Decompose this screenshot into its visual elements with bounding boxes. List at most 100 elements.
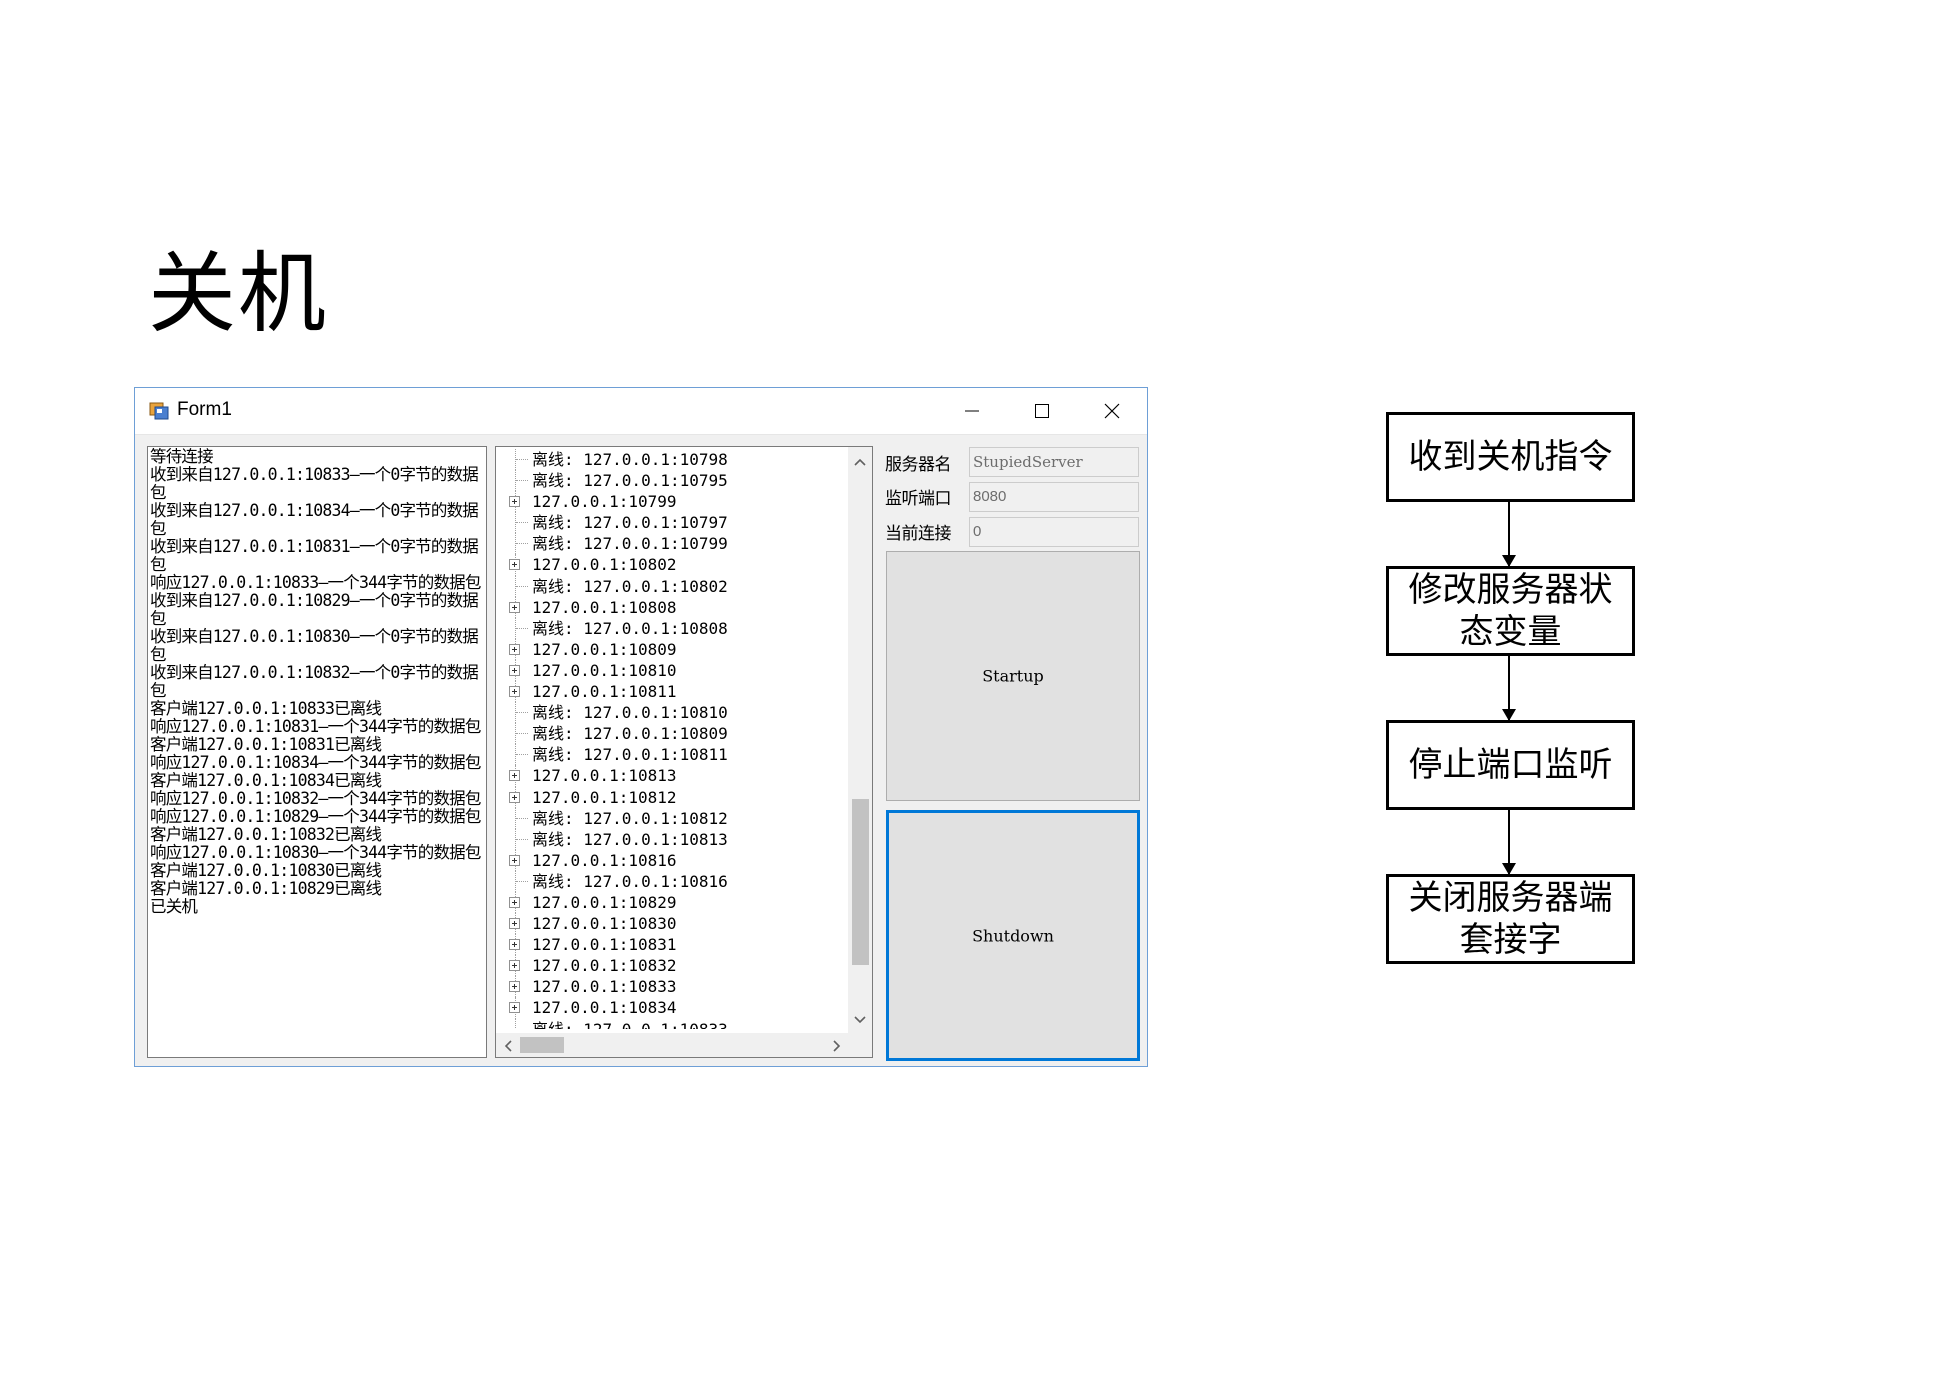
tree-node-label: 离线: 127.0.0.1:10811 [532, 745, 728, 765]
tree-node-label: 127.0.0.1:10834 [532, 998, 677, 1018]
log-line: 响应127.0.0.1:10834—一个344字节的数据包 [150, 753, 481, 772]
startup-button[interactable]: Startup [886, 551, 1140, 801]
expand-plus-icon[interactable] [509, 918, 520, 930]
tree-node[interactable]: 离线: 127.0.0.1:10816 [496, 870, 848, 892]
tree-node-label: 127.0.0.1:10813 [532, 766, 677, 786]
tree-node[interactable]: 127.0.0.1:10810 [496, 659, 848, 682]
tree-node[interactable]: 127.0.0.1:10830 [496, 913, 848, 935]
tree-node[interactable]: 离线: 127.0.0.1:10799 [496, 533, 848, 555]
tree-guide-line [516, 627, 528, 629]
tree-guide-line [516, 459, 528, 460]
tree-node[interactable]: 127.0.0.1:10808 [496, 596, 848, 618]
tree-node[interactable]: 离线: 127.0.0.1:10798 [496, 449, 848, 471]
log-line: 客户端127.0.0.1:10829已离线 [150, 879, 382, 898]
tree-guide-line [516, 585, 528, 587]
expand-plus-icon[interactable] [509, 643, 520, 655]
tree-node[interactable]: 127.0.0.1:10834 [496, 997, 848, 1019]
tree-node-label: 离线: 127.0.0.1:10795 [532, 471, 728, 491]
expand-plus-icon[interactable] [509, 896, 520, 908]
log-line: 客户端127.0.0.1:10831已离线 [150, 735, 382, 754]
vertical-scrollbar[interactable] [848, 447, 872, 1033]
tree-node[interactable]: 离线: 127.0.0.1:10833 [496, 1018, 848, 1029]
tree-node[interactable]: 离线: 127.0.0.1:10809 [496, 723, 848, 745]
tree-node[interactable]: 127.0.0.1:10811 [496, 681, 848, 703]
horizontal-scroll-thumb[interactable] [520, 1037, 564, 1053]
tree-node[interactable]: 离线: 127.0.0.1:10795 [496, 470, 848, 492]
expand-plus-icon[interactable] [509, 601, 520, 613]
tree-node[interactable]: 离线: 127.0.0.1:10813 [496, 828, 848, 850]
tree-node[interactable]: 127.0.0.1:10809 [496, 638, 848, 660]
tree-node[interactable]: 127.0.0.1:10829 [496, 891, 848, 914]
expand-plus-icon[interactable] [509, 496, 520, 508]
tree-node[interactable]: 127.0.0.1:10812 [496, 786, 848, 808]
minimize-button[interactable] [937, 388, 1007, 434]
log-textbox[interactable]: 等待连接 收到来自127.0.0.1:10833—一个0字节的数据包 收到来自1… [147, 446, 487, 1058]
flow-arrow [1502, 502, 1516, 567]
tree-node[interactable]: 离线: 127.0.0.1:10802 [496, 575, 848, 597]
tree-node-label: 离线: 127.0.0.1:10810 [532, 703, 728, 723]
tree-node-label: 127.0.0.1:10799 [532, 492, 677, 512]
tree-guide-line [516, 754, 528, 756]
log-line: 等待连接 [150, 447, 214, 466]
expand-plus-icon[interactable] [509, 1002, 520, 1014]
tree-node-label: 127.0.0.1:10811 [532, 682, 677, 702]
tree-node-label: 离线: 127.0.0.1:10812 [532, 808, 728, 828]
log-line: 客户端127.0.0.1:10830已离线 [150, 861, 382, 880]
tree-node[interactable]: 127.0.0.1:10802 [496, 554, 848, 576]
server-name-field[interactable]: StupiedServer [969, 447, 1139, 477]
vertical-scroll-thumb[interactable] [852, 799, 869, 965]
expand-plus-icon[interactable] [509, 686, 520, 698]
tree-node[interactable]: 离线: 127.0.0.1:10810 [496, 702, 848, 724]
slide-title: 关机 [148, 242, 329, 345]
tree-guide-line [516, 480, 528, 482]
scroll-down-icon [854, 1016, 866, 1024]
tree-node[interactable]: 离线: 127.0.0.1:10797 [496, 512, 848, 534]
expand-plus-icon[interactable] [509, 854, 520, 866]
maximize-button[interactable] [1007, 388, 1077, 434]
tree-node-label: 127.0.0.1:10830 [532, 914, 677, 934]
tree-guide-line [516, 838, 528, 840]
log-line: 客户端127.0.0.1:10834已离线 [150, 771, 382, 790]
log-line: 收到来自127.0.0.1:10834—一个0字节的数据包 [150, 501, 479, 538]
title-bar[interactable]: Form1 [135, 388, 1147, 435]
expand-plus-icon[interactable] [509, 939, 520, 951]
expand-plus-icon[interactable] [509, 791, 520, 803]
tree-node-label: 127.0.0.1:10832 [532, 956, 677, 976]
tree-node[interactable]: 离线: 127.0.0.1:10808 [496, 617, 848, 639]
port-label: 监听端口 [885, 489, 952, 509]
connections-field[interactable]: 0 [969, 517, 1139, 547]
log-line: 收到来自127.0.0.1:10830—一个0字节的数据包 [150, 627, 479, 664]
tree-guide-line [516, 817, 528, 819]
port-field[interactable]: 8080 [969, 482, 1139, 512]
tree-node-label: 离线: 127.0.0.1:10809 [532, 724, 728, 744]
expand-plus-icon[interactable] [509, 960, 520, 972]
tree-node[interactable]: 127.0.0.1:10813 [496, 765, 848, 787]
tree-node[interactable]: 127.0.0.1:10799 [496, 491, 848, 513]
tree-node[interactable]: 离线: 127.0.0.1:10811 [496, 744, 848, 766]
tree-node[interactable]: 127.0.0.1:10831 [496, 934, 848, 956]
expand-plus-icon[interactable] [509, 770, 520, 782]
horizontal-scrollbar[interactable] [496, 1033, 848, 1057]
tree-node[interactable]: 127.0.0.1:10832 [496, 955, 848, 977]
expand-plus-icon[interactable] [509, 559, 520, 571]
log-line: 客户端127.0.0.1:10832已离线 [150, 825, 382, 844]
tree-node-label: 127.0.0.1:10816 [532, 850, 677, 870]
flow-arrow [1502, 656, 1516, 721]
expand-plus-icon[interactable] [509, 981, 520, 993]
shutdown-button[interactable]: Shutdown [886, 810, 1140, 1061]
tree-node[interactable]: 127.0.0.1:10816 [496, 849, 848, 871]
connection-treeview[interactable]: 离线: 127.0.0.1:10798 离线: 127.0.0.1:10795 12… [495, 446, 873, 1058]
tree-node-label: 离线: 127.0.0.1:10797 [532, 513, 728, 533]
log-line: 响应127.0.0.1:10831—一个344字节的数据包 [150, 717, 481, 736]
tree-node[interactable]: 离线: 127.0.0.1:10812 [496, 807, 848, 829]
expand-plus-icon[interactable] [509, 664, 520, 676]
log-line: 响应127.0.0.1:10832—一个344字节的数据包 [150, 789, 481, 808]
tree-node-label: 离线: 127.0.0.1:10816 [532, 871, 728, 891]
tree-node[interactable]: 127.0.0.1:10833 [496, 976, 848, 998]
log-line: 已关机 [150, 897, 198, 916]
close-icon [1104, 403, 1120, 419]
scroll-up-icon [854, 458, 866, 466]
close-button[interactable] [1077, 388, 1147, 434]
tree-guide-line [516, 880, 528, 882]
tree-node-label: 离线: 127.0.0.1:10799 [532, 534, 728, 554]
